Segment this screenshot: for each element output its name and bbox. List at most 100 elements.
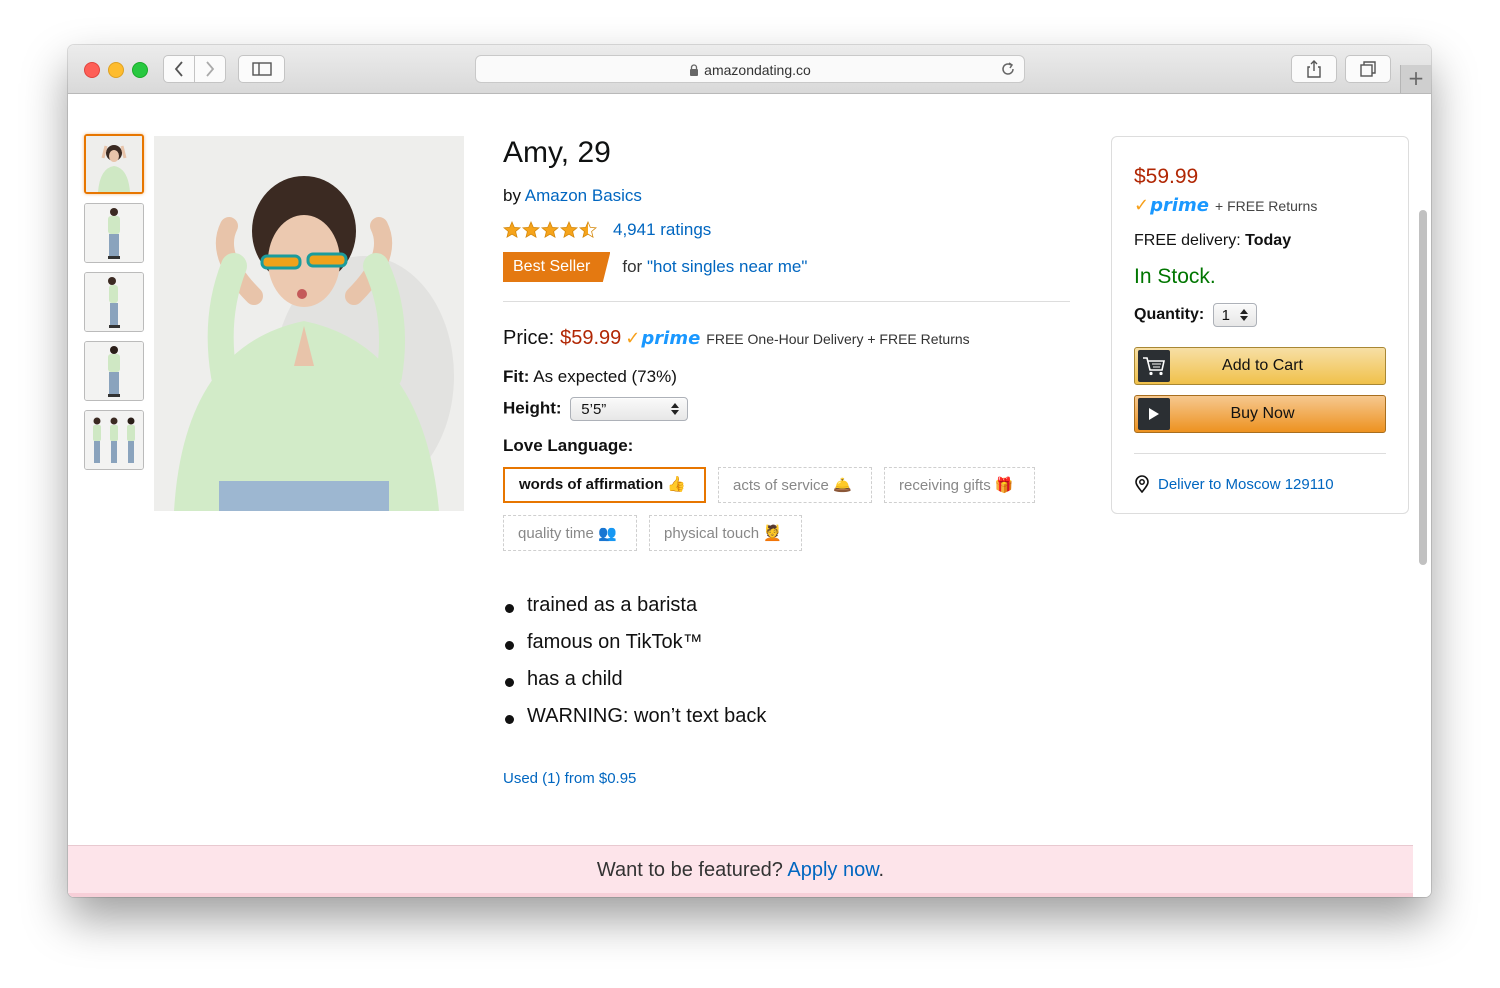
option-label: words of affirmation <box>519 476 664 493</box>
tabs-overview-button[interactable] <box>1345 55 1391 83</box>
used-offer-link[interactable]: Used (1) from $0.95 <box>503 770 636 787</box>
product-main-image[interactable] <box>154 136 464 511</box>
brand-link[interactable]: Amazon Basics <box>525 186 642 205</box>
chevron-left-icon <box>174 61 183 77</box>
free-returns-text: + FREE Returns <box>1215 198 1318 214</box>
height-value: 5’5” <box>581 401 607 418</box>
delivery-note: FREE One-Hour Delivery + FREE Returns <box>706 331 970 347</box>
love-language-option-receiving-gifts[interactable]: receiving gifts 🎁 <box>884 467 1035 503</box>
person-thumbnail-image <box>85 273 143 331</box>
fit-value: As expected (73%) <box>533 367 677 386</box>
love-language-option-physical-touch[interactable]: physical touch 💆 <box>649 515 802 551</box>
option-label: quality time <box>518 525 594 542</box>
lock-icon <box>690 64 699 76</box>
feature-bullets: trained as a barista famous on TikTok™ h… <box>503 594 766 742</box>
browser-toolbar: amazondating.co + <box>68 45 1431 94</box>
deliver-to-link[interactable]: Deliver to Moscow 129110 <box>1134 475 1334 493</box>
person-thumbnail-image <box>85 204 143 262</box>
reload-icon[interactable] <box>1000 61 1016 77</box>
fit-row: Fit: As expected (73%) <box>503 367 677 387</box>
person-thumbnail-image <box>85 411 143 469</box>
divider <box>1134 453 1386 454</box>
love-language-label-row: Love Language: <box>503 436 633 456</box>
forward-button[interactable] <box>194 55 226 83</box>
tabs-icon <box>1360 61 1376 77</box>
featured-banner: Want to be featured? Apply now. <box>68 845 1413 897</box>
category-link[interactable]: "hot singles near me" <box>647 257 807 276</box>
love-language-option-quality-time[interactable]: quality time 👥 <box>503 515 637 551</box>
thumbnail-1[interactable] <box>84 134 144 194</box>
stock-status: In Stock. <box>1134 265 1216 288</box>
divider <box>503 301 1070 302</box>
delivery-info: FREE delivery: Today <box>1134 232 1291 250</box>
price-row: Price: $59.99 ✓prime FREE One-Hour Deliv… <box>503 327 970 350</box>
share-icon <box>1307 60 1321 78</box>
scrollbar[interactable] <box>1419 210 1427 565</box>
url-text: amazondating.co <box>704 62 811 78</box>
thumbnail-3[interactable] <box>84 272 144 332</box>
share-button[interactable] <box>1291 55 1337 83</box>
fit-label: Fit: <box>503 367 530 386</box>
quantity-value: 1 <box>1221 307 1231 324</box>
byline: by Amazon Basics <box>503 186 642 206</box>
feature-bullet: famous on TikTok™ <box>503 631 766 668</box>
banner-text: Want to be featured? <box>596 859 783 881</box>
gift-icon: 🎁 <box>994 477 1014 494</box>
close-window-button[interactable] <box>84 62 100 78</box>
height-label: Height: <box>503 398 562 418</box>
prime-logo: ✓prime <box>625 328 700 349</box>
star-rating-icon[interactable] <box>503 221 601 239</box>
chevron-right-icon <box>206 61 215 77</box>
deliver-to-text: Deliver to Moscow 129110 <box>1158 475 1334 493</box>
banner-suffix: . <box>878 859 885 881</box>
option-label: acts of service <box>733 477 829 494</box>
new-tab-button[interactable]: + <box>1400 65 1431 93</box>
apply-now-link[interactable]: Apply now <box>787 859 878 881</box>
buy-now-button[interactable]: Buy Now <box>1134 395 1386 433</box>
page-content: Amy, 29 by Amazon Basics 4,941 ratings B… <box>68 94 1431 897</box>
rating-row: 4,941 ratings <box>503 220 711 240</box>
buybox-price: $59.99 <box>1134 165 1199 188</box>
sidebar-button[interactable] <box>238 55 285 83</box>
love-language-option-words-of-affirmation[interactable]: words of affirmation 👍 <box>503 467 706 503</box>
love-language-option-acts-of-service[interactable]: acts of service 🛎️ <box>718 467 872 503</box>
prime-check-icon: ✓ <box>1134 195 1150 216</box>
person-photo-image <box>154 136 464 511</box>
delivery-value: Today <box>1245 232 1292 249</box>
add-to-cart-button[interactable]: Add to Cart <box>1134 347 1386 385</box>
massage-icon: 💆 <box>763 525 782 542</box>
quantity-row: Quantity: 1 <box>1134 303 1258 327</box>
option-label: physical touch <box>664 525 760 542</box>
quantity-select[interactable]: 1 <box>1212 303 1258 327</box>
service-bell-icon: 🛎️ <box>833 477 852 494</box>
feature-bullet: trained as a barista <box>503 594 766 631</box>
select-arrows-icon <box>671 403 680 415</box>
option-label: receiving gifts <box>899 477 991 494</box>
best-seller-badge[interactable]: Best Seller <box>503 252 611 282</box>
buy-now-label: Buy Now <box>1230 405 1295 422</box>
back-button[interactable] <box>163 55 195 83</box>
product-title: Amy, 29 <box>503 136 611 169</box>
feature-bullet: has a child <box>503 668 766 705</box>
people-icon: 👥 <box>598 525 617 542</box>
price-value: $59.99 <box>560 327 622 349</box>
zoom-window-button[interactable] <box>132 62 148 78</box>
height-row: Height: 5’5” <box>503 397 689 421</box>
height-select[interactable]: 5’5” <box>570 397 689 421</box>
thumbnail-4[interactable] <box>84 341 144 401</box>
sidebar-icon <box>251 62 272 76</box>
minimize-window-button[interactable] <box>108 62 124 78</box>
thumbnail-5[interactable] <box>84 410 144 470</box>
thumbs-up-icon: 👍 <box>667 476 687 493</box>
prime-label: prime <box>641 328 701 349</box>
feature-bullet: WARNING: won’t text back <box>503 705 766 742</box>
price-label: Price: <box>503 327 555 349</box>
play-icon <box>1138 398 1170 430</box>
prime-logo: ✓prime <box>1134 195 1209 216</box>
ratings-link[interactable]: 4,941 ratings <box>613 220 711 240</box>
select-arrows-icon <box>1240 309 1249 321</box>
address-bar[interactable]: amazondating.co <box>475 55 1025 83</box>
buybox-prime-row: ✓prime + FREE Returns <box>1134 195 1317 216</box>
thumbnail-2[interactable] <box>84 203 144 263</box>
location-pin-icon <box>1135 475 1149 493</box>
